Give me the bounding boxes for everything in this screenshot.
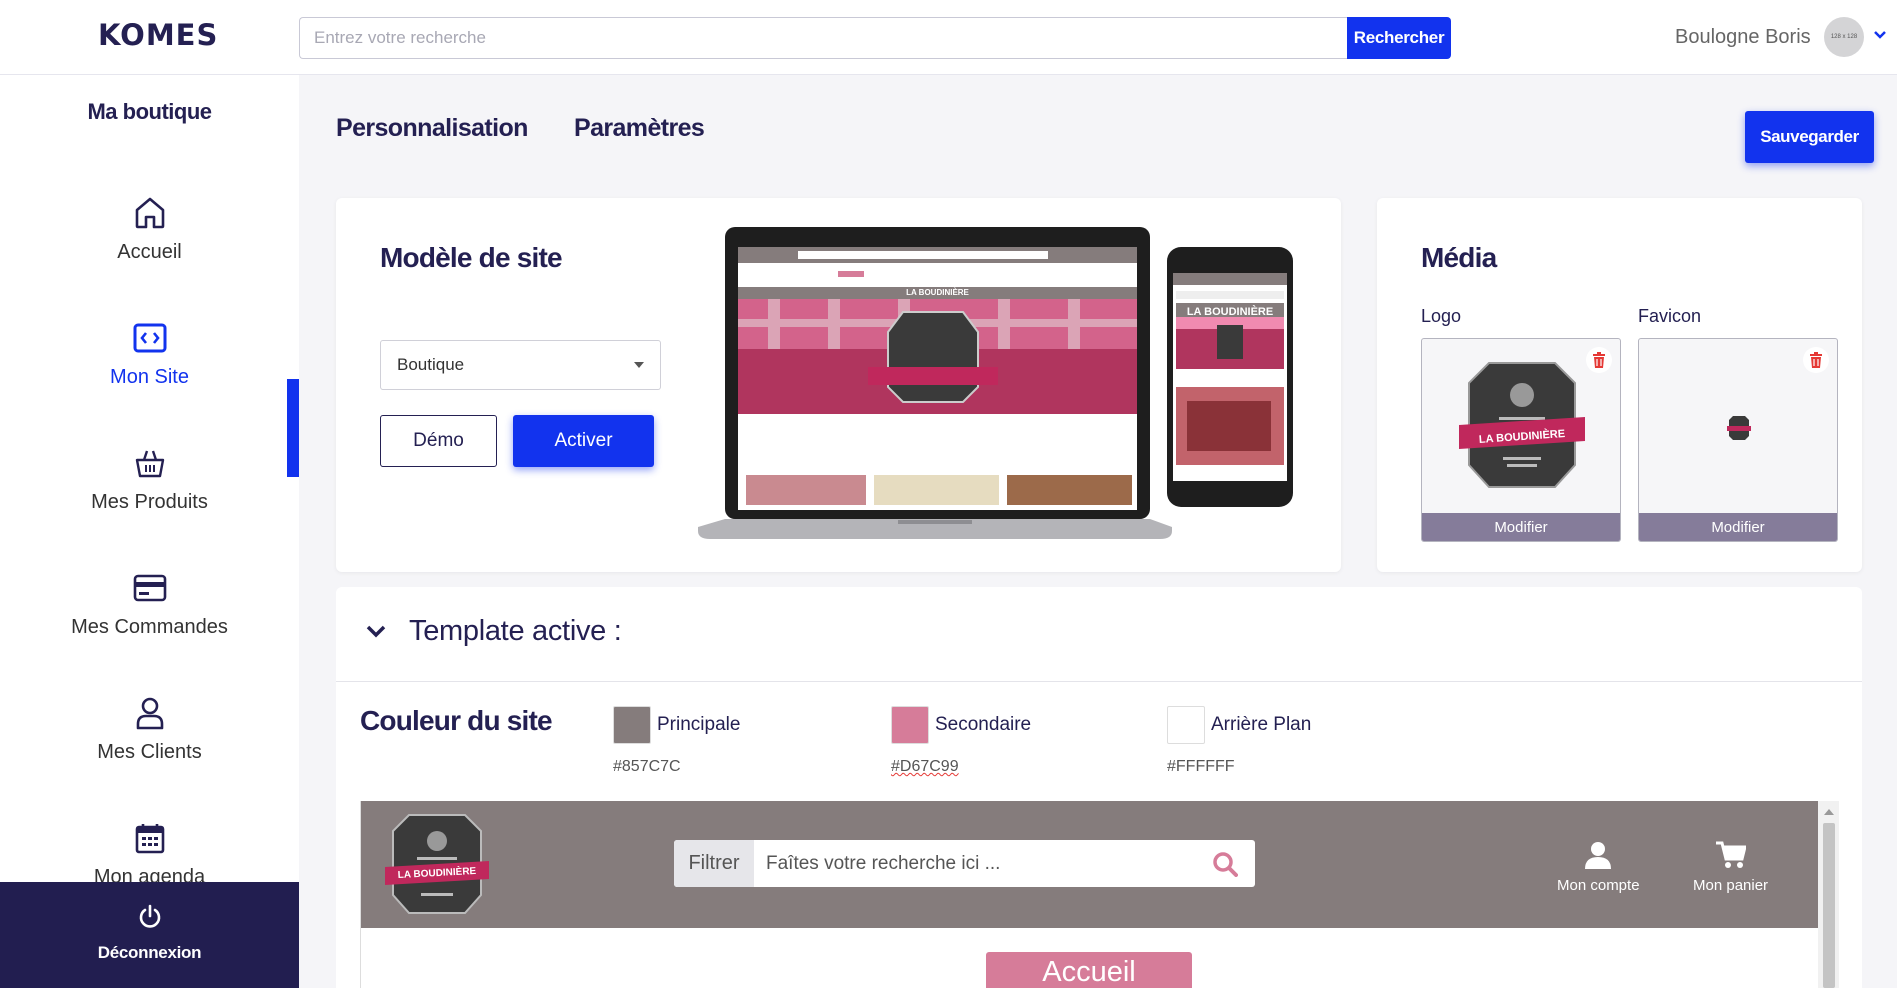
sidebar-item-mes-commandes[interactable]: Mes Commandes [0,554,299,672]
chevron-down-icon[interactable] [1873,30,1887,40]
activate-button[interactable]: Activer [513,415,654,467]
template-select[interactable]: Boutique [380,340,661,390]
demo-button[interactable]: Démo [380,415,497,467]
laptop-preview-image [698,227,1172,539]
sidebar: Ma boutique Accueil Mon Site Mes Produit… [0,75,299,988]
scroll-thumb[interactable] [1823,823,1835,988]
sidebar-title: Ma boutique [87,99,212,124]
divider [336,681,1862,682]
logo-label: Logo [1421,306,1462,326]
template-select-value: Boutique [397,355,465,374]
preview-cart-label: Mon panier [1693,877,1769,894]
credit-card-icon [133,568,167,608]
favicon-upload[interactable]: Modifier [1638,338,1838,542]
preview-account-label: Mon compte [1557,877,1640,894]
template-section: Template active : Couleur du site Princi… [336,587,1862,988]
preview-filter-button[interactable]: Filtrer [674,840,754,887]
principale-hex: #857C7C [613,758,681,775]
principale-label: Principale [657,714,741,735]
preview-logo-image[interactable] [385,813,489,915]
phone-preview-image [1167,247,1293,507]
sidebar-item-mon-site[interactable]: Mon Site [0,304,299,422]
sidebar-item-label: Mes Clients [97,741,202,763]
user-icon [1585,842,1612,869]
template-preview: LA BOUDINIÈRE Filtrer Faîtes votre reche… [360,801,1839,988]
logo-upload[interactable]: LA BOUDINIÈRE Modifier [1421,338,1621,542]
secondaire-swatch[interactable] [891,706,929,744]
modele-title: Modèle de site [380,242,563,273]
scroll-up-icon[interactable] [1824,807,1834,815]
secondaire-hex: #D67C99 [891,758,959,775]
modify-logo-button[interactable]: Modifier [1422,513,1620,541]
search-bar: Rechercher [299,17,1451,59]
laptop-shop-name: LA BOUDINIÈRE [906,288,969,297]
arriere-plan-hex: #FFFFFF [1167,758,1235,775]
arriere-plan-swatch[interactable] [1167,706,1205,744]
preview-scrollbar[interactable] [1818,801,1839,988]
template-title[interactable]: Template active : [409,615,622,648]
basket-icon [134,443,166,483]
preview-header: LA BOUDINIÈRE Filtrer Faîtes votre reche… [361,801,1818,928]
search-button[interactable]: Rechercher [1347,17,1451,59]
phone-shop-name: LA BOUDINIÈRE [1186,306,1274,318]
app-logo[interactable]: KOMES [98,18,218,52]
favicon-label: Favicon [1638,306,1702,326]
preview-search-input[interactable]: Faîtes votre recherche ici ... [754,840,1195,887]
power-icon [137,904,163,935]
modify-favicon-button[interactable]: Modifier [1639,513,1837,541]
search-icon[interactable] [1195,840,1255,887]
couleur-title: Couleur du site [360,705,553,736]
delete-favicon-button[interactable] [1803,347,1829,373]
sidebar-item-label: Mes Commandes [71,616,228,638]
tab-personnalisation[interactable]: Personnalisation [336,114,528,143]
preview-nav-accueil[interactable]: Accueil [986,952,1192,988]
trash-icon [1810,352,1822,368]
sidebar-item-mes-clients[interactable]: Mes Clients [0,679,299,797]
logo-image [1459,362,1585,488]
caret-down-icon [634,362,644,368]
home-icon [134,193,166,233]
preview-cart[interactable]: Mon panier [1693,841,1768,894]
sidebar-item-accueil[interactable]: Accueil [0,179,299,297]
user-name[interactable]: Boulogne Boris [1675,26,1811,49]
chevron-down-icon[interactable] [366,625,386,639]
sidebar-item-label: Mon Site [110,366,189,388]
avatar[interactable]: 128 x 128 [1824,17,1864,57]
logout-button[interactable]: Déconnexion [0,882,299,988]
sidebar-item-label: Accueil [117,241,182,263]
cart-icon [1715,841,1746,868]
calendar-icon [135,818,165,858]
delete-logo-button[interactable] [1586,347,1612,373]
preview-account[interactable]: Mon compte [1557,841,1640,894]
user-icon [135,693,165,733]
sidebar-item-label: Mes Produits [91,491,208,513]
code-icon [133,318,167,358]
sidebar-item-mes-produits[interactable]: Mes Produits [0,429,299,547]
tab-parametres[interactable]: Paramètres [574,114,705,143]
preview-search: Filtrer Faîtes votre recherche ici ... [674,840,1255,887]
search-input[interactable] [299,17,1347,59]
save-button[interactable]: Sauvegarder [1745,111,1874,163]
logout-label: Déconnexion [97,943,202,962]
trash-icon [1593,352,1605,368]
top-bar: KOMES Rechercher Boulogne Boris 128 x 12… [0,0,1897,75]
principale-swatch[interactable] [613,706,651,744]
secondaire-label: Secondaire [935,714,1032,735]
media-title: Média [1421,242,1497,273]
arriere-plan-label: Arrière Plan [1211,714,1312,735]
favicon-image [1727,416,1751,440]
